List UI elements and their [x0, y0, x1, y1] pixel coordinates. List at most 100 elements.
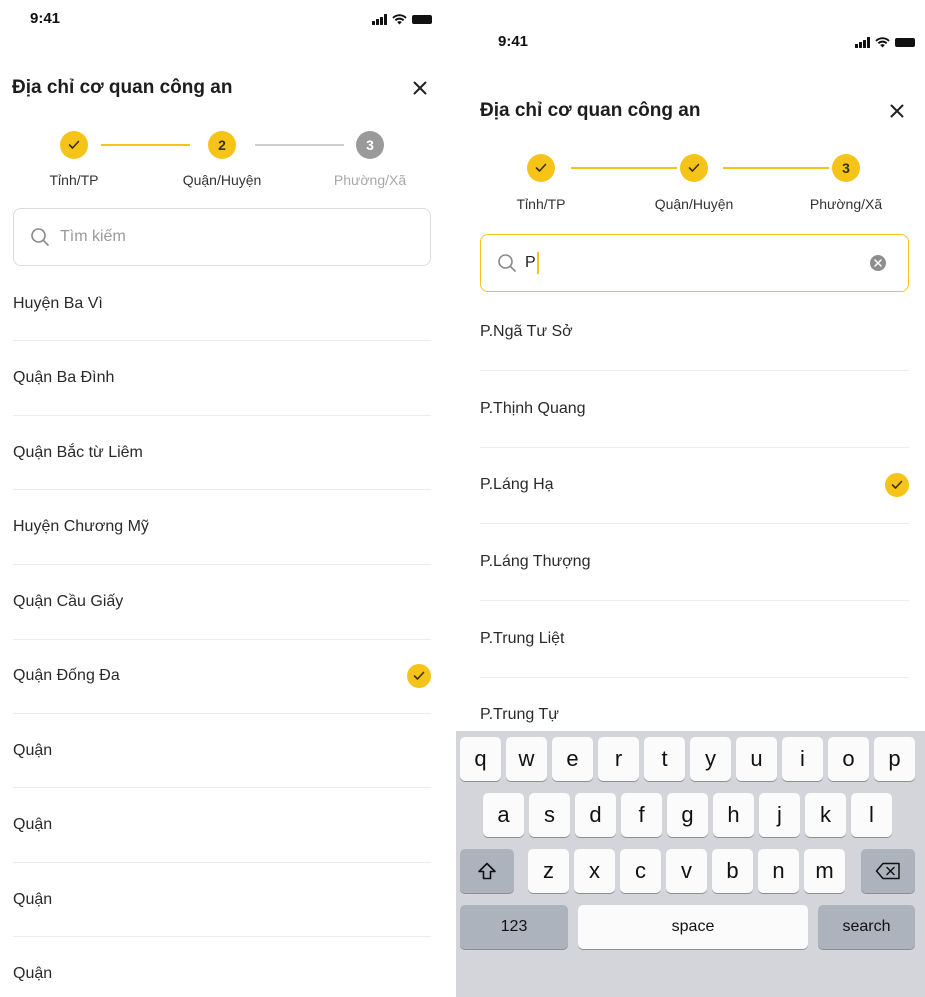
list-item[interactable]: P.Thịnh Quang — [480, 389, 909, 429]
key-d[interactable]: d — [575, 793, 616, 837]
backspace-key[interactable] — [861, 849, 915, 893]
shift-icon — [478, 862, 496, 880]
close-button[interactable] — [886, 100, 908, 122]
divider — [480, 677, 909, 678]
key-l[interactable]: l — [851, 793, 892, 837]
close-icon — [413, 81, 427, 95]
key-s[interactable]: s — [529, 793, 570, 837]
list-item[interactable]: P.Trung Liệt — [480, 619, 909, 659]
selected-check-icon — [407, 664, 431, 688]
step-1-label: Tỉnh/TP — [516, 196, 566, 212]
list-item-label: P.Láng Thượng — [480, 553, 591, 570]
clear-search-button[interactable] — [870, 255, 886, 271]
list-item[interactable]: P.Ngã Tư Sở — [480, 312, 909, 352]
list-item[interactable]: Quận Bắc từ Liêm — [13, 433, 431, 473]
key-u[interactable]: u — [736, 737, 777, 781]
key-f[interactable]: f — [621, 793, 662, 837]
search-box: P — [480, 234, 909, 292]
list-item-label: Quận — [13, 742, 53, 759]
list-item[interactable]: Quận — [13, 805, 431, 845]
step-connector-2 — [255, 144, 344, 146]
divider — [13, 787, 431, 788]
key-m[interactable]: m — [804, 849, 845, 893]
list-item-selected[interactable]: P.Láng Hạ — [480, 465, 909, 505]
key-i[interactable]: i — [782, 737, 823, 781]
shift-key[interactable] — [460, 849, 514, 893]
key-r[interactable]: r — [598, 737, 639, 781]
key-v[interactable]: v — [666, 849, 707, 893]
search-box — [13, 208, 431, 266]
list-item-selected[interactable]: Quận Đống Đa — [13, 656, 431, 696]
key-a[interactable]: a — [483, 793, 524, 837]
clear-icon — [874, 259, 882, 267]
key-j[interactable]: j — [759, 793, 800, 837]
check-icon — [68, 140, 80, 149]
step-3-indicator: 3 — [356, 131, 384, 159]
key-e[interactable]: e — [552, 737, 593, 781]
text-cursor — [536, 252, 539, 274]
list-item[interactable]: Quận — [13, 880, 431, 920]
key-z[interactable]: z — [528, 849, 569, 893]
close-button[interactable] — [409, 77, 431, 99]
battery-icon — [412, 15, 432, 24]
key-g[interactable]: g — [667, 793, 708, 837]
list-item-label: P.Trung Tự — [480, 706, 559, 723]
search-icon — [31, 228, 49, 246]
divider — [480, 523, 909, 524]
key-p[interactable]: p — [874, 737, 915, 781]
status-time: 9:41 — [498, 33, 529, 50]
check-icon — [688, 163, 700, 172]
signal-icon — [855, 37, 870, 48]
divider — [13, 340, 431, 341]
list-item-label: Quận Ba Đình — [13, 369, 115, 386]
check-icon — [535, 163, 547, 172]
key-t[interactable]: t — [644, 737, 685, 781]
numbers-key[interactable]: 123 — [460, 905, 568, 949]
key-q[interactable]: q — [460, 737, 501, 781]
search-input[interactable]: P — [525, 252, 539, 274]
step-3-label: Phường/Xã — [809, 196, 883, 212]
step-2-indicator — [680, 154, 708, 182]
key-x[interactable]: x — [574, 849, 615, 893]
status-time: 9:41 — [30, 10, 61, 27]
key-c[interactable]: c — [620, 849, 661, 893]
search-input[interactable] — [60, 228, 360, 246]
list-item-label: Quận — [13, 816, 53, 833]
screen-ward-select: 9:41 Địa chỉ cơ quan công an 3 Tỉnh/TP Q… — [456, 0, 925, 997]
key-b[interactable]: b — [712, 849, 753, 893]
list-item-label: Quận Bắc từ Liêm — [13, 444, 143, 461]
step-1-label: Tỉnh/TP — [49, 172, 99, 188]
divider — [480, 370, 909, 371]
list-item[interactable]: Quận Ba Đình — [13, 358, 431, 398]
list-item[interactable]: P.Trung Tự — [480, 695, 909, 735]
divider — [13, 936, 431, 937]
page-title: Địa chỉ cơ quan công an — [480, 100, 701, 121]
list-item[interactable]: Quận — [13, 731, 431, 771]
step-connector-1 — [101, 144, 190, 146]
divider — [13, 489, 431, 490]
space-key[interactable]: space — [578, 905, 808, 949]
wifi-icon — [875, 37, 890, 48]
status-icons — [855, 37, 915, 48]
list-item-label: Huyện Chương Mỹ — [13, 518, 149, 535]
step-3-indicator: 3 — [832, 154, 860, 182]
key-k[interactable]: k — [805, 793, 846, 837]
divider — [13, 415, 431, 416]
list-item[interactable]: Huyện Chương Mỹ — [13, 507, 431, 547]
backspace-icon — [875, 862, 900, 880]
key-n[interactable]: n — [758, 849, 799, 893]
list-item[interactable]: Quận — [13, 954, 431, 994]
status-bar: 9:41 — [456, 33, 925, 63]
key-y[interactable]: y — [690, 737, 731, 781]
list-item[interactable]: Quận Cầu Giấy — [13, 582, 431, 622]
search-input-value: P — [525, 254, 536, 271]
search-key[interactable]: search — [818, 905, 915, 949]
key-o[interactable]: o — [828, 737, 869, 781]
key-w[interactable]: w — [506, 737, 547, 781]
key-h[interactable]: h — [713, 793, 754, 837]
close-icon — [890, 104, 904, 118]
wifi-icon — [392, 14, 407, 25]
list-item[interactable]: P.Láng Thượng — [480, 542, 909, 582]
list-item[interactable]: Huyện Ba Vì — [13, 284, 431, 324]
keyboard: q w e r t y u i o p a s d f g h j k l z … — [456, 731, 925, 997]
